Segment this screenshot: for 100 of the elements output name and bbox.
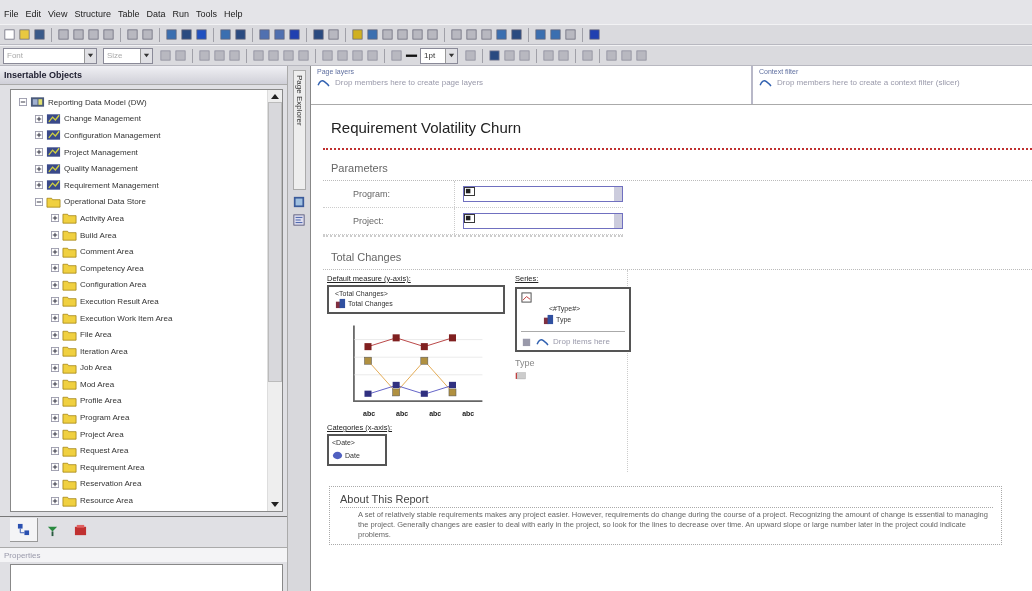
chart-type-icon[interactable]	[515, 370, 526, 381]
tree-item[interactable]: Build Area	[80, 230, 117, 240]
line-width-dropdown[interactable]: 1pt	[420, 47, 458, 64]
tree-item[interactable]: File Area	[80, 330, 112, 340]
tree-item[interactable]: Configuration Area	[80, 280, 147, 290]
expander-icon[interactable]	[51, 231, 59, 240]
menu-item[interactable]: Table	[117, 9, 140, 19]
toolbar-icon[interactable]	[165, 28, 178, 41]
report-title: Requirement Volatility Churn	[323, 105, 1032, 150]
expander-icon[interactable]	[51, 214, 59, 223]
package-icon	[46, 146, 61, 159]
expander-icon[interactable]	[51, 280, 59, 289]
expander-icon[interactable]	[51, 264, 59, 273]
prompt-icon	[464, 187, 475, 196]
menu-item[interactable]: Run	[172, 9, 189, 19]
tree-item[interactable]: Requirement Area	[80, 462, 145, 472]
tree-item[interactable]: Activity Area	[80, 213, 124, 223]
expander-icon[interactable]	[51, 413, 59, 422]
tree-item[interactable]: Operational Data Store	[64, 197, 146, 207]
drop-zone-hint: Drop members here to create a context filter (slicer)	[777, 78, 960, 87]
prompt-field[interactable]	[463, 213, 623, 229]
tree-item[interactable]: Profile Area	[80, 396, 122, 406]
expander-icon[interactable]	[51, 430, 59, 439]
expander-icon[interactable]	[51, 363, 59, 372]
scrollbar[interactable]	[267, 90, 282, 511]
menu-item[interactable]: View	[48, 9, 68, 19]
toolbar-icon[interactable]	[549, 28, 562, 41]
folder-icon	[62, 411, 77, 424]
source-tab[interactable]	[10, 518, 38, 542]
toolbar-icon[interactable]	[534, 28, 547, 41]
tree-item[interactable]: Configuration Management	[64, 131, 161, 140]
tree-item[interactable]: Comment Area	[80, 247, 134, 257]
menu-item[interactable]: Data	[146, 9, 166, 19]
toolbar-icon[interactable]	[258, 28, 271, 41]
tree-item[interactable]: Mod Area	[80, 379, 115, 389]
toolbar-icon[interactable]	[180, 28, 193, 41]
toolbar-icon[interactable]	[219, 28, 232, 41]
folder-icon	[46, 195, 61, 208]
tree-item[interactable]: Job Area	[80, 363, 112, 373]
menu-item[interactable]: Edit	[25, 9, 42, 19]
toolbar-icon[interactable]	[288, 28, 301, 41]
tree-item[interactable]: Iteration Area	[80, 346, 128, 356]
toolbar-icon[interactable]	[312, 28, 325, 41]
tree-item[interactable]: Resource Area	[80, 496, 133, 506]
menu-item[interactable]: File	[4, 9, 19, 19]
folder-icon	[62, 345, 77, 358]
expander-icon[interactable]	[35, 148, 43, 157]
tree-item[interactable]: Program Area	[80, 413, 130, 423]
toolbar-icon[interactable]	[495, 28, 508, 41]
condition-explorer-icon[interactable]	[293, 214, 305, 226]
folder-icon	[62, 212, 77, 225]
expander-icon[interactable]	[51, 463, 59, 472]
expander-icon[interactable]	[35, 114, 43, 123]
expander-icon[interactable]	[51, 479, 59, 488]
toolbar-icon[interactable]	[33, 28, 46, 41]
query-explorer-icon[interactable]	[293, 196, 305, 208]
prompt-field[interactable]	[463, 186, 623, 202]
section-title: Total Changes	[323, 237, 1032, 270]
tree-item[interactable]: Requirement Management	[64, 180, 159, 190]
tree-item[interactable]: Reporting Data Model (DW)	[48, 97, 147, 107]
expander-icon[interactable]	[35, 131, 43, 140]
toolbar-icon[interactable]	[588, 28, 601, 41]
page-explorer-tab[interactable]: Page Explorer	[292, 70, 306, 190]
folder-icon	[62, 461, 77, 474]
tree-item[interactable]: Project Area	[80, 429, 124, 439]
tree-item[interactable]: Request Area	[80, 446, 129, 456]
menu-item[interactable]: Help	[223, 9, 243, 19]
expander-icon[interactable]	[51, 330, 59, 339]
expander-icon[interactable]	[19, 98, 27, 107]
folder-icon	[62, 378, 77, 391]
section-title: Parameters	[323, 150, 1032, 181]
expander-icon[interactable]	[35, 164, 43, 173]
tree-item[interactable]: Change Management	[64, 114, 141, 124]
tree-item[interactable]: Execution Result Area	[80, 296, 159, 306]
tree-item[interactable]: Reservation Area	[80, 479, 142, 489]
expander-icon[interactable]	[51, 247, 59, 256]
prompt-label: Program:	[352, 189, 391, 199]
expander-icon[interactable]	[51, 314, 59, 322]
toolbar-icon[interactable]	[234, 28, 247, 41]
expander-icon[interactable]	[51, 347, 59, 356]
scroll-up-icon	[271, 93, 279, 99]
tree-item[interactable]: Quality Management	[64, 164, 138, 174]
expander-icon[interactable]	[35, 181, 43, 190]
tree-item[interactable]: Execution Work Item Area	[80, 313, 173, 323]
toolbar-icon[interactable]	[488, 49, 501, 62]
expander-icon[interactable]	[51, 297, 59, 306]
expander-icon[interactable]	[51, 446, 59, 455]
menu-item[interactable]: Structure	[74, 9, 111, 19]
toolbar-icon[interactable]	[510, 28, 523, 41]
toolbar-icon[interactable]	[195, 28, 208, 41]
tree-item[interactable]: Project Management	[64, 147, 138, 157]
menu-item[interactable]: Tools	[195, 9, 217, 19]
toolbar-icon[interactable]	[366, 28, 379, 41]
toolbox-icon	[73, 523, 87, 537]
expander-icon[interactable]	[35, 197, 43, 206]
tree-item[interactable]: Competency Area	[80, 263, 144, 273]
expander-icon[interactable]	[51, 380, 59, 389]
toolbar-icon[interactable]	[273, 28, 286, 41]
expander-icon[interactable]	[51, 397, 59, 405]
expander-icon[interactable]	[51, 496, 59, 505]
